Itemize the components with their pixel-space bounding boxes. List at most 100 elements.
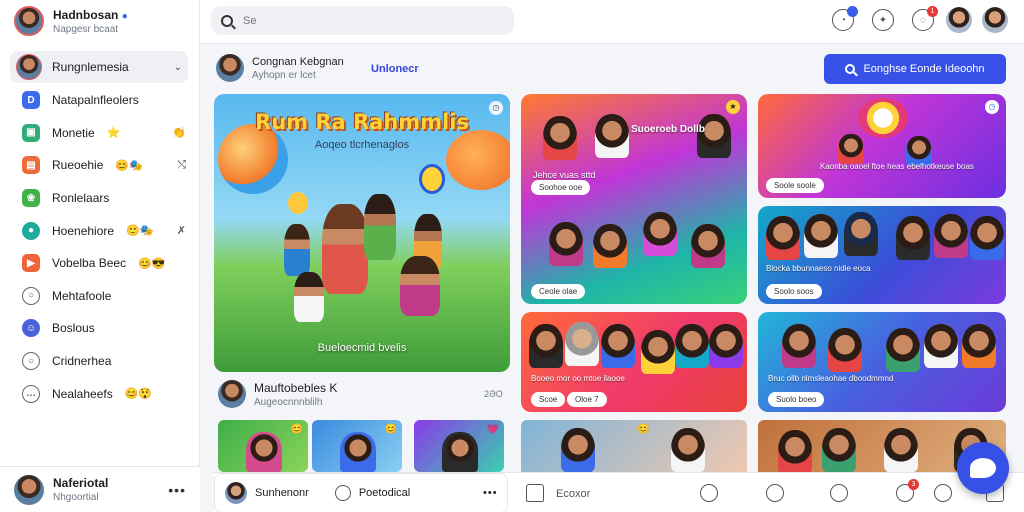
sidebar-item-emoji: 😊😎 <box>138 257 166 270</box>
video-card[interactable]: Bruc ollb nlmsleaohae dboodmmnd Suolo bo… <box>758 312 1006 412</box>
featured-channel-avatar[interactable] <box>218 380 246 408</box>
sidebar-item-label: Boslous <box>52 321 95 336</box>
person-illustration <box>675 324 709 368</box>
card-tag[interactable]: Soohoe ooe <box>531 180 591 195</box>
video-card[interactable]: Suoeroeb Dollb Jehce vuas sttd Soohoe oo… <box>521 94 747 304</box>
video-card[interactable]: Kaonba oaoel ftoe heas ebelhotkeuse boas… <box>758 94 1006 198</box>
featured-count: 2ƏO <box>484 389 503 399</box>
video-card[interactable]: Booeo mor oo mtoe ilaooe Scoe Oloe 7 <box>521 312 747 412</box>
person-illustration <box>782 324 816 368</box>
video-card[interactable]: 😊 <box>521 420 747 472</box>
sidebar-active-item[interactable]: Rungnlemesia ⌄ <box>10 51 188 83</box>
person-illustration <box>565 322 599 366</box>
person-illustration <box>844 212 878 256</box>
comment-icon[interactable] <box>334 485 351 501</box>
card-tag[interactable]: Soolo soos <box>766 284 822 299</box>
search-bar[interactable] <box>211 6 514 35</box>
video-card[interactable]: Blocka bbunnaeso nidie eoca Soolo soos <box>758 206 1006 304</box>
chevron-down-icon[interactable]: ⌄ <box>174 62 182 73</box>
featured-title: Rum Ra Rahmmlis <box>255 110 469 134</box>
card-body: Booeo mor oo mtoe ilaooe <box>531 374 625 383</box>
sidebar-item[interactable]: ○ Cridnerhea <box>0 345 200 378</box>
message-icon[interactable] <box>934 484 952 502</box>
sidebar-item[interactable]: ▣ Monetie ⭐ 👏 <box>0 117 200 150</box>
notification-dot <box>847 6 858 17</box>
chat-icon[interactable] <box>766 484 784 502</box>
compass-icon[interactable] <box>700 484 718 502</box>
sidebar-item[interactable]: ▶ Vobelba Beec 😊😎 <box>0 247 200 280</box>
person-illustration <box>822 428 856 472</box>
card-body: Blocka bbunnaeso nidie eoca <box>766 264 871 273</box>
sidebar-item[interactable]: D Natapalnfleolers <box>0 84 200 117</box>
chat-fab-button[interactable] <box>957 442 1009 494</box>
balloon-illustration <box>419 164 445 194</box>
featured-meta[interactable]: Mauftobebles K Augeocnnnblilh <box>218 380 337 408</box>
friend-avatar[interactable] <box>946 7 972 33</box>
card-tag[interactable]: Suolo boeo <box>768 392 825 407</box>
account-avatar[interactable] <box>982 7 1008 33</box>
sidebar-item-label: Ronlelaars <box>52 191 110 206</box>
sidebar-item[interactable]: … Nealaheefs 😊😲 <box>0 377 200 410</box>
messages-icon[interactable]: ◌ 1 <box>912 6 938 31</box>
thumbnail[interactable]: 😊 <box>312 420 402 472</box>
person-illustration <box>828 328 862 372</box>
card-tag[interactable]: Ceole olae <box>531 284 586 299</box>
feed-author-avatar[interactable] <box>216 54 244 82</box>
composer-action[interactable]: Poetodical <box>359 487 410 499</box>
person-illustration <box>595 114 629 158</box>
nav-label[interactable]: Ecoxor <box>556 488 590 500</box>
person-illustration <box>884 428 918 472</box>
user-icon[interactable] <box>830 484 848 502</box>
sidebar-item-label: Cridnerhea <box>52 354 112 369</box>
clock-icon[interactable]: ◷ <box>985 100 999 114</box>
notifications-icon[interactable]: ◔ <box>832 6 858 31</box>
sidebar-item[interactable]: ▤ Rueoehie 😊🎭 ⤭ <box>0 149 200 182</box>
child-illustration <box>400 256 440 316</box>
more-options-icon[interactable]: ••• <box>483 487 498 499</box>
follow-link[interactable]: Unlonecr <box>371 63 419 75</box>
video-icon: ▶ <box>22 254 40 273</box>
search-input[interactable] <box>243 14 483 27</box>
compass-icon[interactable]: ✦ <box>872 9 894 31</box>
pin-icon[interactable]: ✗ <box>177 224 186 237</box>
feed-author[interactable]: Congnan Kebgnan Ayhopn er lcet <box>216 54 344 82</box>
logo-illustration <box>858 98 908 138</box>
footer-avatar[interactable] <box>14 474 44 505</box>
app-icon: D <box>22 91 40 110</box>
child-illustration <box>549 222 583 266</box>
sidebar-item[interactable]: ● Hoenehiore 🙂🎭 ✗ <box>0 214 200 247</box>
thumbnail[interactable]: 😊 <box>218 420 308 472</box>
sidebar-item[interactable]: ❀ Ronlelaars <box>0 182 200 215</box>
card-tag[interactable]: Soole soole <box>766 178 824 193</box>
inbox-icon[interactable]: 3 <box>896 479 919 502</box>
card-body: Kaonba oaoel ftoe heas ebelhotkeuse boas <box>820 162 974 171</box>
info-icon[interactable]: ◷ <box>489 101 503 115</box>
profile-subtitle: Napgesr bcaat <box>53 23 119 35</box>
person-illustration <box>543 116 577 160</box>
sidebar-item[interactable]: ○ Mehtafoole <box>0 280 200 313</box>
profile-avatar[interactable] <box>14 6 44 36</box>
emoji-icon: 😊 <box>290 424 303 435</box>
sidebar-footer[interactable]: Naferiotal Nhgoortial ••• <box>0 466 200 512</box>
featured-video[interactable]: Rum Ra Rahmmlis Aoqeo tlcrhenaglos Buelo… <box>214 94 510 372</box>
footer-subtitle: Nhgoortial <box>53 492 99 503</box>
active-item-label: Rungnlemesia <box>52 60 129 74</box>
person-illustration <box>601 324 635 368</box>
profile-name-row: Hadnbosan ● <box>53 8 128 22</box>
person-illustration <box>970 216 1004 260</box>
child-illustration <box>593 224 627 268</box>
more-options-icon[interactable]: ••• <box>168 482 186 498</box>
card-tag[interactable]: Scoe <box>531 392 566 407</box>
home-icon[interactable] <box>526 484 544 502</box>
card-tag[interactable]: Oloe 7 <box>567 392 607 407</box>
profile-header[interactable]: Hadnbosan ● Napgesr bcaat <box>14 6 128 36</box>
sidebar-item-label: Rueoehie <box>52 158 104 173</box>
sidebar-item-emoji: 😊😲 <box>124 388 153 401</box>
comment-composer[interactable]: Sunhenonr Poetodical ••• <box>214 473 508 512</box>
active-item-avatar <box>16 54 42 80</box>
shuffle-icon[interactable]: ⤭ <box>177 159 186 172</box>
explore-button[interactable]: Eonghse Eonde Ideoohn <box>824 54 1006 84</box>
thumbnail[interactable]: 💗 <box>414 420 504 472</box>
sidebar-item[interactable]: ☺ Boslous <box>0 312 200 345</box>
chat-icon: … <box>22 384 40 403</box>
